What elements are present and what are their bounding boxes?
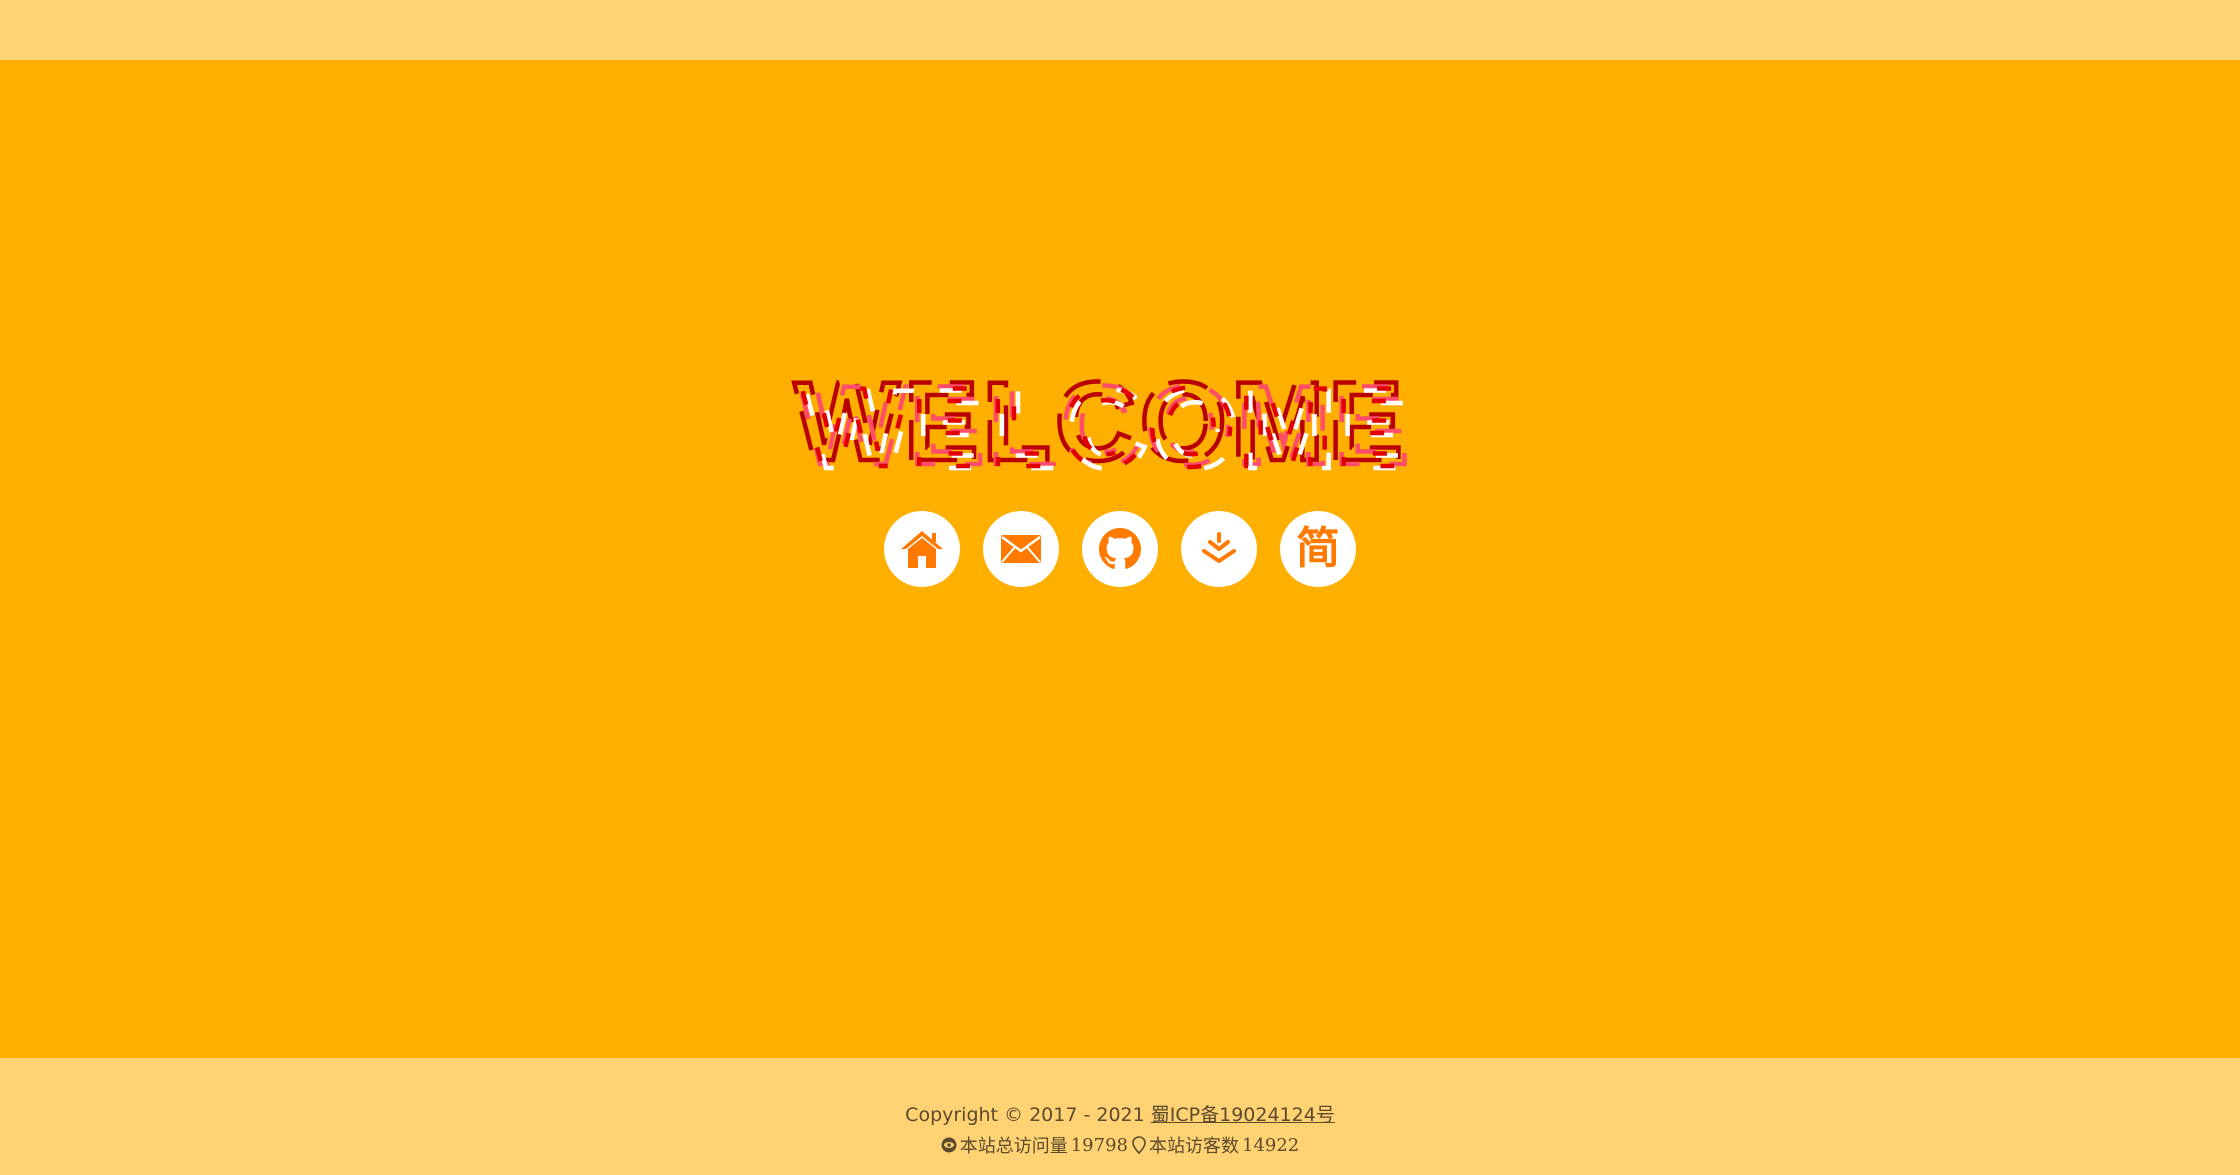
top-bar [0,0,2240,60]
github-link-button[interactable] [1082,511,1158,587]
site-stats: 本站总访问量 19798 本站访客数 14922 [0,1132,2240,1158]
copyright-line: Copyright © 2017 - 2021 蜀ICP备19024124号 [0,1100,2240,1127]
visitors-label: 本站访客数 [1149,1136,1239,1157]
page: WELCOME WELCOME WELCOME WELCOME 简 Copyri… [0,0,2240,1175]
home-icon [901,531,943,568]
welcome-title: WELCOME WELCOME WELCOME WELCOME [0,368,2240,478]
eye-icon [941,1137,957,1153]
page-views-value: 19798 [1070,1134,1128,1156]
hero-section: WELCOME WELCOME WELCOME WELCOME 简 [0,60,2240,1058]
visitors-value: 14922 [1242,1134,1300,1156]
welcome-title-layer-4: WELCOME [802,368,1415,478]
copyright-text: Copyright © 2017 - 2021 [905,1104,1151,1126]
yuque-icon [1202,532,1236,563]
icp-link[interactable]: 蜀ICP备19024124号 [1151,1104,1335,1126]
social-links: 简 [0,511,2240,587]
email-link-button[interactable] [983,511,1059,587]
visitors-stat: 本站访客数 14922 [1132,1132,1299,1158]
footer: Copyright © 2017 - 2021 蜀ICP备19024124号 本… [0,1058,2240,1175]
page-views-stat: 本站总访问量 19798 [941,1132,1128,1158]
page-views-label: 本站总访问量 [959,1136,1068,1157]
github-icon [1099,528,1141,569]
mail-icon [1001,535,1041,563]
location-pin-icon [1132,1136,1146,1154]
welcome-title-graphic: WELCOME WELCOME WELCOME WELCOME [792,368,1417,478]
yuque-link-button[interactable] [1181,511,1257,587]
jianshu-link-button[interactable]: 简 [1280,511,1356,587]
home-link-button[interactable] [884,511,960,587]
jianshu-icon: 简 [1296,523,1340,574]
